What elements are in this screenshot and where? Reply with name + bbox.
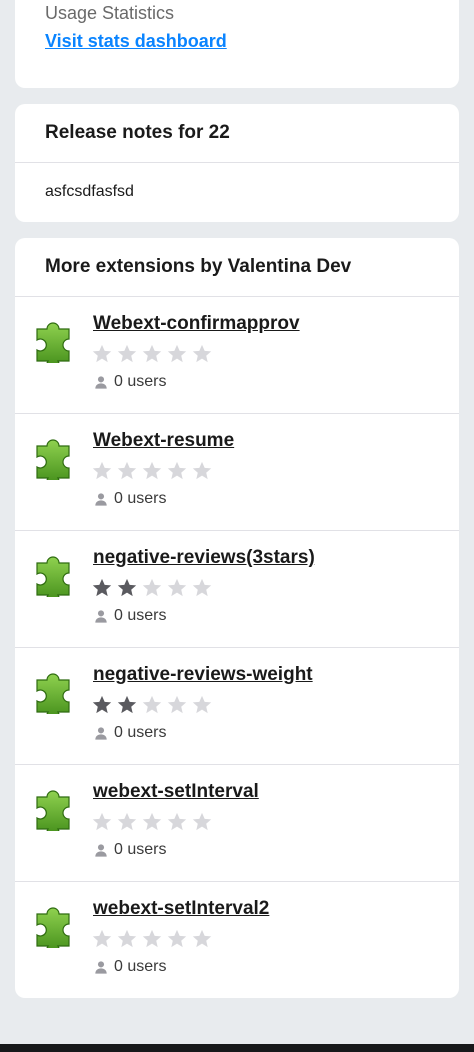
usage-statistics-card: Usage Statistics Visit stats dashboard [15, 0, 459, 88]
star-empty-icon [116, 928, 138, 950]
addon-item[interactable]: negative-reviews-weight 0 users [15, 648, 459, 765]
star-empty-icon [141, 928, 163, 950]
star-empty-icon [191, 928, 213, 950]
addon-name-link[interactable]: Webext-resume [93, 430, 234, 452]
usage-statistics-title: Usage Statistics [45, 3, 175, 23]
addon-users: 0 users [94, 958, 166, 976]
addon-users-count: 0 users [114, 490, 167, 507]
addon-users-count: 0 users [114, 373, 167, 390]
user-icon [94, 492, 108, 506]
addon-users: 0 users [94, 490, 166, 508]
addon-rating [91, 577, 213, 599]
addon-rating [91, 928, 213, 950]
puzzle-icon [31, 549, 79, 605]
star-empty-icon [91, 928, 113, 950]
star-empty-icon [166, 694, 188, 716]
addon-rating [91, 460, 213, 482]
release-notes-title: Release notes for 22 [15, 104, 459, 163]
addon-item[interactable]: negative-reviews(3stars) 0 users [15, 531, 459, 648]
star-filled-icon [91, 577, 113, 599]
star-empty-icon [91, 811, 113, 833]
addon-name-link[interactable]: Webext-confirmapprov [93, 313, 300, 335]
puzzle-icon [31, 666, 79, 722]
star-empty-icon [191, 694, 213, 716]
addon-name-link[interactable]: webext-setInterval [93, 781, 259, 803]
puzzle-icon [31, 315, 79, 371]
bottom-bar [0, 1044, 474, 1052]
addon-name-link[interactable]: webext-setInterval2 [93, 898, 269, 920]
star-empty-icon [141, 811, 163, 833]
addon-rating [91, 694, 213, 716]
addon-users-count: 0 users [114, 724, 167, 741]
addon-users: 0 users [94, 724, 166, 742]
star-empty-icon [166, 577, 188, 599]
addon-users: 0 users [94, 841, 166, 859]
release-notes-card: Release notes for 22 asfcsdfasfsd [15, 104, 459, 222]
stats-dashboard-link[interactable]: Visit stats dashboard [45, 30, 227, 52]
star-empty-icon [191, 811, 213, 833]
star-empty-icon [191, 577, 213, 599]
star-empty-icon [141, 577, 163, 599]
user-icon [94, 609, 108, 623]
user-icon [94, 375, 108, 389]
puzzle-icon [31, 900, 79, 956]
star-empty-icon [141, 343, 163, 365]
star-empty-icon [191, 460, 213, 482]
star-empty-icon [91, 343, 113, 365]
addon-name-link[interactable]: negative-reviews(3stars) [93, 547, 315, 569]
addon-users: 0 users [94, 607, 166, 625]
star-empty-icon [141, 460, 163, 482]
addon-item[interactable]: Webext-resume 0 users [15, 414, 459, 531]
addon-name-link[interactable]: negative-reviews-weight [93, 664, 313, 686]
star-empty-icon [141, 694, 163, 716]
star-empty-icon [116, 343, 138, 365]
addon-item[interactable]: webext-setInterval 0 users [15, 765, 459, 882]
addon-rating [91, 343, 213, 365]
star-empty-icon [166, 343, 188, 365]
star-empty-icon [116, 460, 138, 482]
user-icon [94, 843, 108, 857]
star-empty-icon [191, 343, 213, 365]
puzzle-icon [31, 783, 79, 839]
star-empty-icon [166, 811, 188, 833]
star-empty-icon [166, 928, 188, 950]
star-empty-icon [166, 460, 188, 482]
addon-rating [91, 811, 213, 833]
release-notes-body: asfcsdfasfsd [45, 183, 134, 200]
puzzle-icon [31, 432, 79, 488]
more-extensions-card: More extensions by Valentina Dev Webext-… [15, 238, 459, 998]
star-empty-icon [91, 460, 113, 482]
addon-users-count: 0 users [114, 607, 167, 624]
user-icon [94, 960, 108, 974]
star-filled-icon [116, 694, 138, 716]
user-icon [94, 726, 108, 740]
addon-users-count: 0 users [114, 958, 167, 975]
page: Usage Statistics Visit stats dashboard R… [0, 0, 474, 1052]
addon-item[interactable]: webext-setInterval2 0 users [15, 882, 459, 998]
addon-users-count: 0 users [114, 841, 167, 858]
star-filled-icon [116, 577, 138, 599]
addon-list: Webext-confirmapprov 0 users Webext-resu… [15, 297, 459, 998]
star-empty-icon [116, 811, 138, 833]
more-extensions-title: More extensions by Valentina Dev [15, 238, 459, 297]
addon-item[interactable]: Webext-confirmapprov 0 users [15, 297, 459, 414]
star-filled-icon [91, 694, 113, 716]
addon-users: 0 users [94, 373, 166, 391]
